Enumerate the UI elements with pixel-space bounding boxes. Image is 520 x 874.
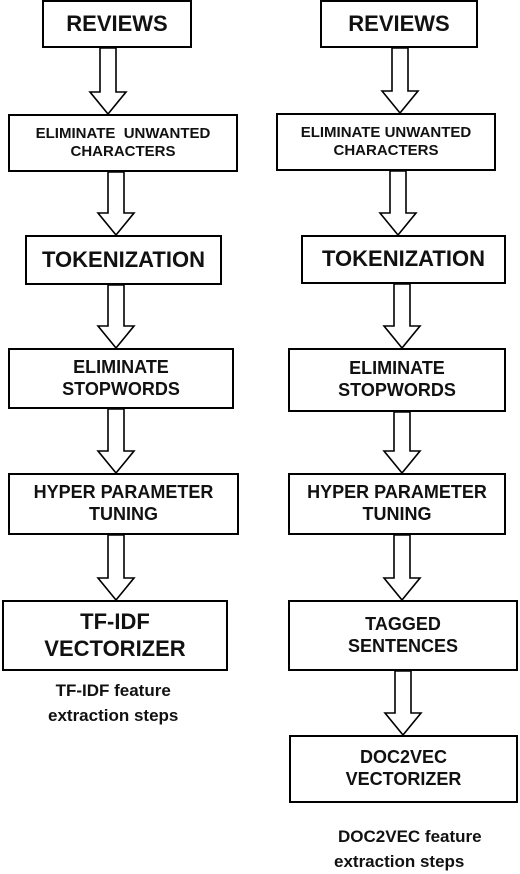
caption-line: DOC2VEC feature xyxy=(338,827,482,846)
right-step-eliminate-stopwords: ELIMINATE STOPWORDS xyxy=(288,348,506,412)
down-arrow-icon xyxy=(382,534,422,602)
step-label: VECTORIZER xyxy=(345,769,462,789)
step-label: REVIEWS xyxy=(66,10,168,36)
down-arrow-icon xyxy=(378,170,418,237)
right-step-hyper-parameter-tuning: HYPER PARAMETER TUNING xyxy=(288,473,506,535)
step-label: ELIMINATE UNWANTED xyxy=(35,125,211,142)
down-arrow-icon xyxy=(382,411,422,475)
down-arrow-icon xyxy=(96,284,136,350)
step-label: ELIMINATE UNWANTED xyxy=(300,124,472,141)
down-arrow-icon xyxy=(383,670,423,737)
step-label: ELIMINATE xyxy=(349,358,445,379)
down-arrow-icon xyxy=(96,171,136,237)
left-step-tfidf-vectorizer: TF-IDF VECTORIZER xyxy=(2,600,228,671)
left-step-eliminate-stopwords: ELIMINATE STOPWORDS xyxy=(8,348,234,409)
right-step-doc2vec-vectorizer: DOC2VEC VECTORIZER xyxy=(289,735,518,803)
step-label: STOPWORDS xyxy=(338,380,456,400)
step-label: HYPER PARAMETER xyxy=(307,482,487,503)
step-label: CHARACTERS xyxy=(333,142,439,159)
step-label: TAGGED xyxy=(365,613,441,634)
caption-line: extraction steps xyxy=(334,852,465,871)
step-label: TOKENIZATION xyxy=(42,246,205,272)
right-step-reviews: REVIEWS xyxy=(320,0,478,48)
step-label: ELIMINATE xyxy=(73,356,169,377)
left-step-tokenization: TOKENIZATION xyxy=(25,235,222,285)
right-caption: DOC2VEC feature extraction steps xyxy=(334,824,482,874)
step-label: CHARACTERS xyxy=(70,143,176,160)
step-label: TUNING xyxy=(362,504,432,524)
caption-line: extraction steps xyxy=(48,706,179,725)
right-step-tokenization: TOKENIZATION xyxy=(301,235,506,284)
step-label: VECTORIZER xyxy=(44,635,186,661)
down-arrow-icon xyxy=(88,47,128,116)
down-arrow-icon xyxy=(380,47,420,115)
step-label: STOPWORDS xyxy=(62,378,180,399)
step-label: DOC2VEC xyxy=(359,747,448,768)
step-label: HYPER PARAMETER xyxy=(33,482,214,503)
step-label: TF-IDF xyxy=(80,609,150,635)
down-arrow-icon xyxy=(96,408,136,475)
step-label: SENTENCES xyxy=(347,635,459,656)
step-label: TUNING xyxy=(89,504,158,524)
left-step-hyper-parameter-tuning: HYPER PARAMETER TUNING xyxy=(8,473,239,535)
right-step-eliminate-unwanted-characters: ELIMINATE UNWANTED CHARACTERS xyxy=(276,113,496,171)
step-label: REVIEWS xyxy=(348,10,450,36)
right-step-tagged-sentences: TAGGED SENTENCES xyxy=(288,600,518,671)
caption-line: TF-IDF feature xyxy=(55,681,171,700)
left-step-reviews: REVIEWS xyxy=(42,0,192,48)
left-caption: TF-IDF feature extraction steps xyxy=(48,678,178,728)
step-label: TOKENIZATION xyxy=(322,246,485,272)
left-step-eliminate-unwanted-characters: ELIMINATE UNWANTED CHARACTERS xyxy=(8,114,238,172)
down-arrow-icon xyxy=(96,534,136,602)
down-arrow-icon xyxy=(382,283,422,350)
